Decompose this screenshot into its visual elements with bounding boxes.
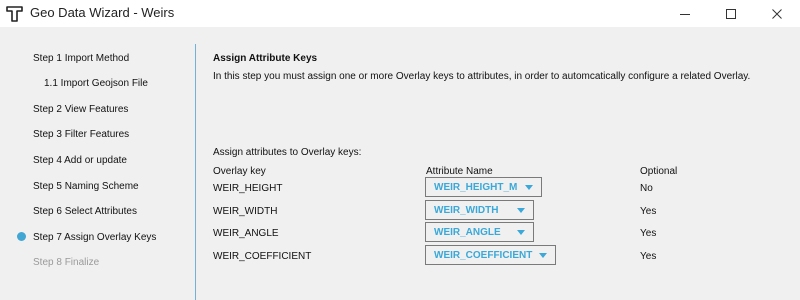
maximize-button[interactable] <box>708 0 754 27</box>
step-description: In this step you must assign one or more… <box>213 71 751 82</box>
close-button[interactable] <box>754 0 800 27</box>
sidebar-item-step-2[interactable]: Step 2 View Features <box>33 104 128 118</box>
optional-cell: No <box>640 183 653 194</box>
optional-cell: Yes <box>640 251 657 262</box>
minimize-button[interactable] <box>662 0 708 27</box>
chevron-down-icon <box>539 253 547 258</box>
close-icon <box>772 8 782 19</box>
title-bar: Geo Data Wizard - Weirs <box>0 0 800 27</box>
overlay-key-cell: WEIR_HEIGHT <box>213 183 283 194</box>
page-title: Assign Attribute Keys <box>213 53 318 64</box>
overlay-key-cell: WEIR_ANGLE <box>213 228 279 239</box>
column-header-attribute-name: Attribute Name <box>426 166 493 177</box>
overlay-key-cell: WEIR_WIDTH <box>213 206 278 217</box>
column-header-overlay-key: Overlay key <box>213 166 266 177</box>
app-logo-icon <box>6 6 23 22</box>
sidebar-divider <box>195 44 196 300</box>
optional-cell: Yes <box>640 206 657 217</box>
window-title: Geo Data Wizard - Weirs <box>30 5 175 20</box>
attribute-select[interactable]: WEIR_COEFFICIENT <box>425 245 556 265</box>
sidebar-item-step-1-1[interactable]: 1.1 Import Geojson File <box>44 78 148 92</box>
column-header-optional: Optional <box>640 166 678 177</box>
attribute-select-value: WEIR_HEIGHT_M <box>434 181 518 193</box>
attribute-select[interactable]: WEIR_WIDTH <box>425 200 534 220</box>
sidebar-item-step-5[interactable]: Step 5 Naming Scheme <box>33 181 139 195</box>
active-step-indicator <box>17 232 26 241</box>
optional-cell: Yes <box>640 228 657 239</box>
attribute-select-value: WEIR_WIDTH <box>434 204 499 216</box>
sidebar-item-step-1[interactable]: Step 1 Import Method <box>33 53 129 67</box>
sidebar-item-step-8: Step 8 Finalize <box>33 257 100 268</box>
attribute-select-value: WEIR_ANGLE <box>434 226 501 238</box>
sidebar-item-step-6[interactable]: Step 6 Select Attributes <box>33 206 137 220</box>
assign-section-label: Assign attributes to Overlay keys: <box>213 147 362 158</box>
sidebar-item-step-7[interactable]: Step 7 Assign Overlay Keys <box>33 232 156 246</box>
attribute-select-value: WEIR_COEFFICIENT <box>434 249 533 261</box>
chevron-down-icon <box>517 230 525 235</box>
minimize-icon <box>680 13 690 15</box>
attribute-select[interactable]: WEIR_ANGLE <box>425 222 534 242</box>
maximize-icon <box>726 8 736 19</box>
overlay-key-cell: WEIR_COEFFICIENT <box>213 251 312 262</box>
attribute-select[interactable]: WEIR_HEIGHT_M <box>425 177 542 197</box>
sidebar-item-step-4[interactable]: Step 4 Add or update <box>33 155 127 169</box>
chevron-down-icon <box>517 208 525 213</box>
chevron-down-icon <box>525 185 533 190</box>
sidebar-item-step-3[interactable]: Step 3 Filter Features <box>33 129 129 143</box>
